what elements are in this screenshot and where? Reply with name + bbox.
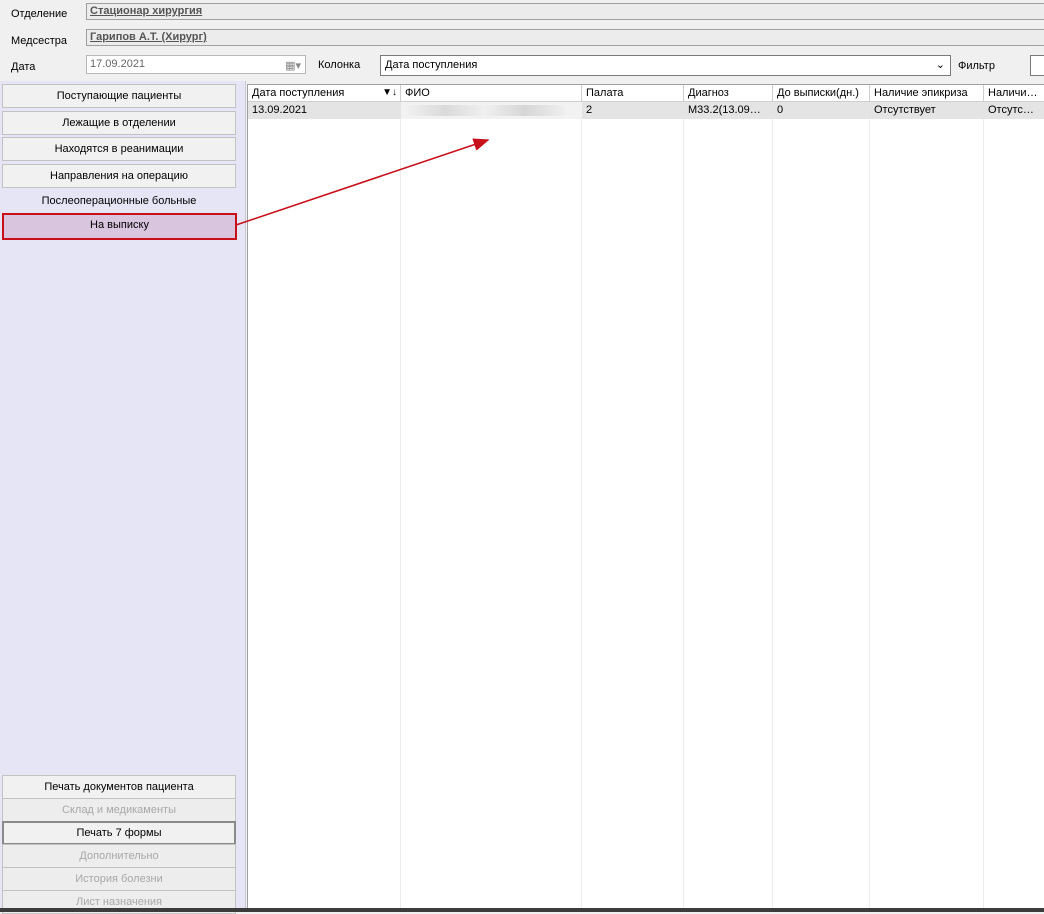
column-select[interactable]: Дата поступления ⌄ — [380, 55, 951, 76]
nurse-link[interactable]: Гарипов А.Т. (Хирург) — [86, 29, 1044, 46]
department-link[interactable]: Стационар хирургия — [86, 3, 1044, 20]
medical-history-button[interactable]: История болезни — [2, 867, 236, 891]
date-label: Дата — [11, 61, 36, 73]
window-bottom-edge — [0, 908, 1044, 912]
filter-label: Фильтр — [958, 60, 995, 72]
column-header-full-name[interactable]: ФИО — [401, 85, 582, 102]
cell-full-name-redacted — [401, 102, 582, 119]
filter-sort-icon[interactable]: ▼↓ — [382, 85, 397, 101]
cell-days-to-discharge: 0 — [777, 104, 784, 116]
date-picker[interactable]: 17.09.2021 ▦▾ — [86, 55, 306, 74]
cell-epicrisis: Отсутствует — [874, 104, 936, 116]
print-form-7-button[interactable]: Печать 7 формы — [2, 821, 236, 845]
calendar-icon[interactable]: ▦▾ — [285, 58, 301, 75]
column-header-extra[interactable]: Наличи… — [984, 85, 1044, 102]
redacted-name-blur — [405, 105, 565, 116]
cell-ward: 2 — [586, 104, 593, 116]
nav-incoming-patients[interactable]: Поступающие пациенты — [2, 84, 236, 108]
column-header-admission-date[interactable]: Дата поступления ▼↓ — [248, 85, 401, 102]
date-value: 17.09.2021 — [90, 58, 146, 70]
column-select-value: Дата поступления — [385, 59, 478, 71]
column-header-label: Дата поступления — [252, 87, 345, 99]
chevron-down-icon[interactable]: ⌄ — [936, 56, 945, 75]
department-label: Отделение — [11, 8, 68, 20]
warehouse-medicines-button[interactable]: Склад и медикаменты — [2, 798, 236, 822]
nav-surgery-referrals[interactable]: Направления на операцию — [2, 164, 236, 188]
cell-diagnosis: M33.2(13.09… — [688, 104, 761, 116]
column-label: Колонка — [318, 59, 361, 71]
column-header-epicrisis[interactable]: Наличие эпикриза — [870, 85, 984, 102]
column-header-ward[interactable]: Палата — [582, 85, 684, 102]
nav-discharge[interactable]: На выписку — [2, 213, 237, 240]
nurse-label: Медсестра — [11, 35, 67, 47]
column-header-days-to-discharge[interactable]: До выписки(дн.) — [773, 85, 870, 102]
print-patient-documents-button[interactable]: Печать документов пациента — [2, 775, 236, 799]
nav-postoperative-patients[interactable]: Послеоперационные больные — [2, 189, 236, 213]
column-header-diagnosis[interactable]: Диагноз — [684, 85, 773, 102]
additional-button[interactable]: Дополнительно — [2, 844, 236, 868]
nav-in-intensive-care[interactable]: Находятся в реанимации — [2, 137, 236, 161]
patients-grid: Дата поступления ▼↓ ФИО Палата Диагноз Д… — [247, 84, 1044, 909]
cell-admission-date: 13.09.2021 — [252, 104, 308, 116]
nav-patients-in-department[interactable]: Лежащие в отделении — [2, 111, 236, 135]
filter-input[interactable] — [1030, 55, 1044, 76]
sidebar: Поступающие пациенты Лежащие в отделении… — [0, 81, 246, 914]
cell-extra: Отсутс… — [988, 104, 1034, 116]
table-row[interactable]: 13.09.2021 2 M33.2(13.09… 0 Отсутствует … — [248, 102, 1044, 119]
